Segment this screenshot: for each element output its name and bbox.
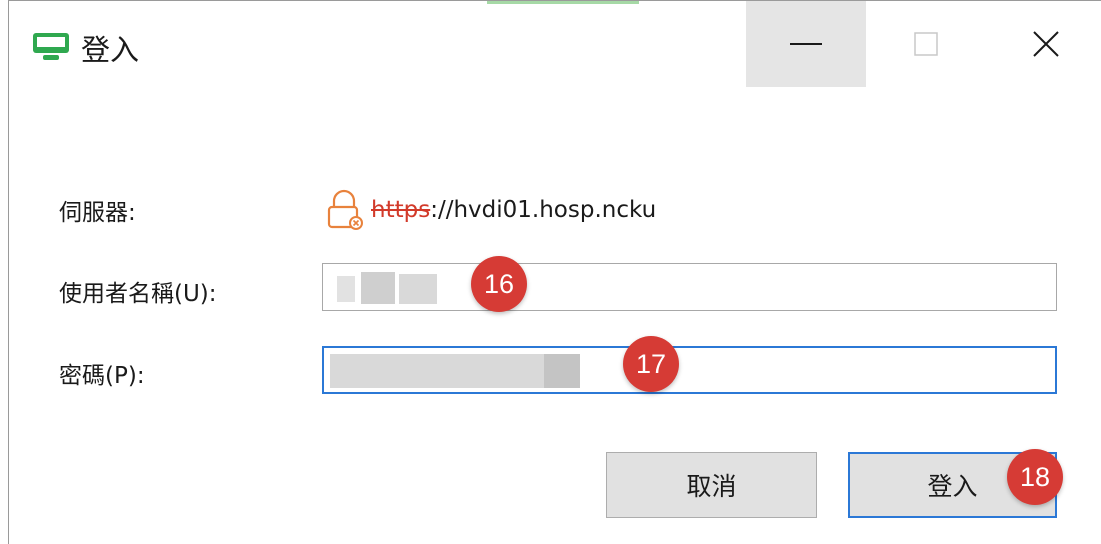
step-marker-18: 18 <box>1007 449 1063 505</box>
redacted-text <box>399 274 437 304</box>
password-label: 密碼(P): <box>59 363 145 389</box>
login-dialog: 登入 伺服器: https://hvdi01.hosp.ncku 使用者名稱(U… <box>8 0 1101 544</box>
close-icon <box>1033 31 1059 57</box>
monitor-icon <box>33 33 69 60</box>
server-label: 伺服器: <box>59 200 136 226</box>
redacted-text <box>361 272 395 304</box>
username-input[interactable] <box>322 263 1057 311</box>
maximize-icon <box>914 32 938 56</box>
title-bar[interactable]: 登入 <box>9 1 1101 87</box>
redacted-text <box>337 276 355 302</box>
url-host: ://hvdi01.hosp.ncku <box>430 197 657 223</box>
minimize-icon <box>790 43 822 45</box>
step-marker-17: 17 <box>623 336 679 392</box>
username-label: 使用者名稱(U): <box>59 281 217 307</box>
redacted-text <box>330 354 544 388</box>
minimize-button[interactable] <box>746 1 866 87</box>
close-button[interactable] <box>986 1 1101 87</box>
cancel-button[interactable]: 取消 <box>606 452 817 518</box>
server-url: https://hvdi01.hosp.ncku <box>371 197 656 223</box>
unlocked-warning-icon <box>327 189 363 230</box>
url-scheme: https <box>371 197 431 223</box>
window-title: 登入 <box>81 33 140 67</box>
maximize-button[interactable] <box>866 1 986 87</box>
password-input[interactable] <box>322 346 1057 394</box>
step-marker-16: 16 <box>471 256 527 312</box>
server-url-row: https://hvdi01.hosp.ncku <box>325 189 656 231</box>
redacted-text <box>544 354 580 388</box>
